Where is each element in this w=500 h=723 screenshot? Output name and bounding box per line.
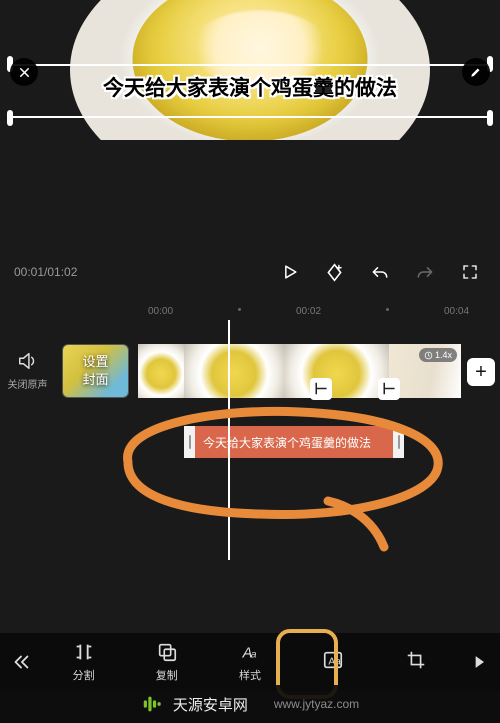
close-icon bbox=[17, 65, 32, 80]
video-clip[interactable] bbox=[138, 344, 184, 398]
speed-icon bbox=[424, 351, 433, 360]
text-selection-box[interactable] bbox=[10, 64, 490, 118]
mute-label: 关闭原声 bbox=[0, 376, 55, 391]
ruler-mark: 00:04 bbox=[444, 306, 469, 317]
style-icon: Aa bbox=[239, 641, 261, 663]
set-cover-button[interactable]: 设置封面 bbox=[62, 344, 129, 398]
tool-label: 分割 bbox=[73, 667, 95, 683]
split-button[interactable]: 分割 bbox=[42, 641, 125, 683]
play-button[interactable] bbox=[267, 262, 312, 282]
ruler-mark: 00:02 bbox=[296, 306, 321, 317]
redo-button[interactable] bbox=[402, 262, 447, 282]
svg-text:Aa: Aa bbox=[329, 657, 342, 668]
playhead[interactable] bbox=[228, 320, 230, 560]
logo-icon bbox=[141, 693, 163, 715]
transition-button[interactable]: ⊢ bbox=[378, 378, 400, 400]
bottom-toolbar: 分割 复制 Aa 样式 Aa bbox=[0, 633, 500, 691]
keyframe-button[interactable] bbox=[312, 262, 357, 283]
text-clip-body[interactable]: 今天给大家表演个鸡蛋羹的做法 bbox=[195, 426, 393, 458]
annotation-circle bbox=[100, 402, 450, 520]
text-clip-handle-right[interactable] bbox=[393, 426, 404, 458]
fullscreen-icon bbox=[461, 263, 479, 281]
video-track[interactable]: 1.4x ⊢ ⊢ bbox=[138, 344, 461, 398]
tool-label: 样式 bbox=[239, 667, 261, 683]
fullscreen-button[interactable] bbox=[447, 263, 492, 281]
crop-button[interactable] bbox=[375, 649, 458, 675]
redo-icon bbox=[415, 262, 435, 282]
video-clip[interactable] bbox=[184, 344, 389, 398]
mute-original-button[interactable]: 关闭原声 bbox=[0, 350, 55, 391]
chevron-double-left-icon bbox=[10, 651, 32, 673]
pencil-icon bbox=[469, 65, 483, 79]
tool-label: 复制 bbox=[156, 667, 178, 683]
style-button[interactable]: Aa 样式 bbox=[208, 641, 291, 683]
play-icon bbox=[280, 262, 300, 282]
copy-button[interactable]: 复制 bbox=[125, 641, 208, 683]
transition-button[interactable]: ⊢ bbox=[310, 378, 332, 400]
split-icon bbox=[73, 641, 95, 663]
video-preview[interactable]: 今天给大家表演个鸡蛋羹的做法 bbox=[0, 0, 500, 140]
add-clip-button[interactable]: + bbox=[467, 358, 495, 386]
undo-button[interactable] bbox=[357, 262, 402, 282]
edit-button[interactable] bbox=[462, 58, 490, 86]
watermark-bar: 天源安卓网 www.jytyaz.com bbox=[0, 685, 500, 723]
text-clip-handle-left[interactable] bbox=[184, 426, 195, 458]
ruler-mark: 00:00 bbox=[148, 306, 173, 317]
more-tools-button[interactable] bbox=[458, 652, 500, 672]
timeline[interactable]: 关闭原声 设置封面 1.4x ⊢ ⊢ + 今天 bbox=[0, 320, 500, 645]
timecode: 00:01/01:02 bbox=[0, 265, 100, 279]
triangle-right-icon bbox=[469, 652, 489, 672]
copy-icon bbox=[156, 641, 178, 663]
text-clip[interactable]: 今天给大家表演个鸡蛋羹的做法 bbox=[184, 426, 404, 458]
transport-bar: 00:01/01:02 bbox=[0, 255, 500, 289]
collapse-toolbar-button[interactable] bbox=[0, 651, 42, 673]
watermark-site-name: 天源安卓网 bbox=[173, 694, 248, 715]
cover-label: 设置封面 bbox=[82, 353, 108, 389]
annotation-tail bbox=[322, 495, 397, 555]
watermark-site-url: www.jytyaz.com bbox=[274, 697, 359, 711]
crop-icon bbox=[405, 649, 427, 671]
speed-badge: 1.4x bbox=[419, 348, 457, 362]
close-button[interactable] bbox=[10, 58, 38, 86]
speaker-icon bbox=[15, 350, 41, 372]
timeline-ruler[interactable]: 00:00 00:02 00:04 bbox=[0, 302, 500, 320]
ruler-dot bbox=[238, 308, 241, 311]
ruler-dot bbox=[386, 308, 389, 311]
font-box-icon: Aa bbox=[322, 649, 344, 671]
font-box-button[interactable]: Aa bbox=[292, 649, 375, 675]
keyframe-add-icon bbox=[324, 262, 345, 283]
undo-icon bbox=[370, 262, 390, 282]
svg-text:a: a bbox=[251, 650, 257, 661]
